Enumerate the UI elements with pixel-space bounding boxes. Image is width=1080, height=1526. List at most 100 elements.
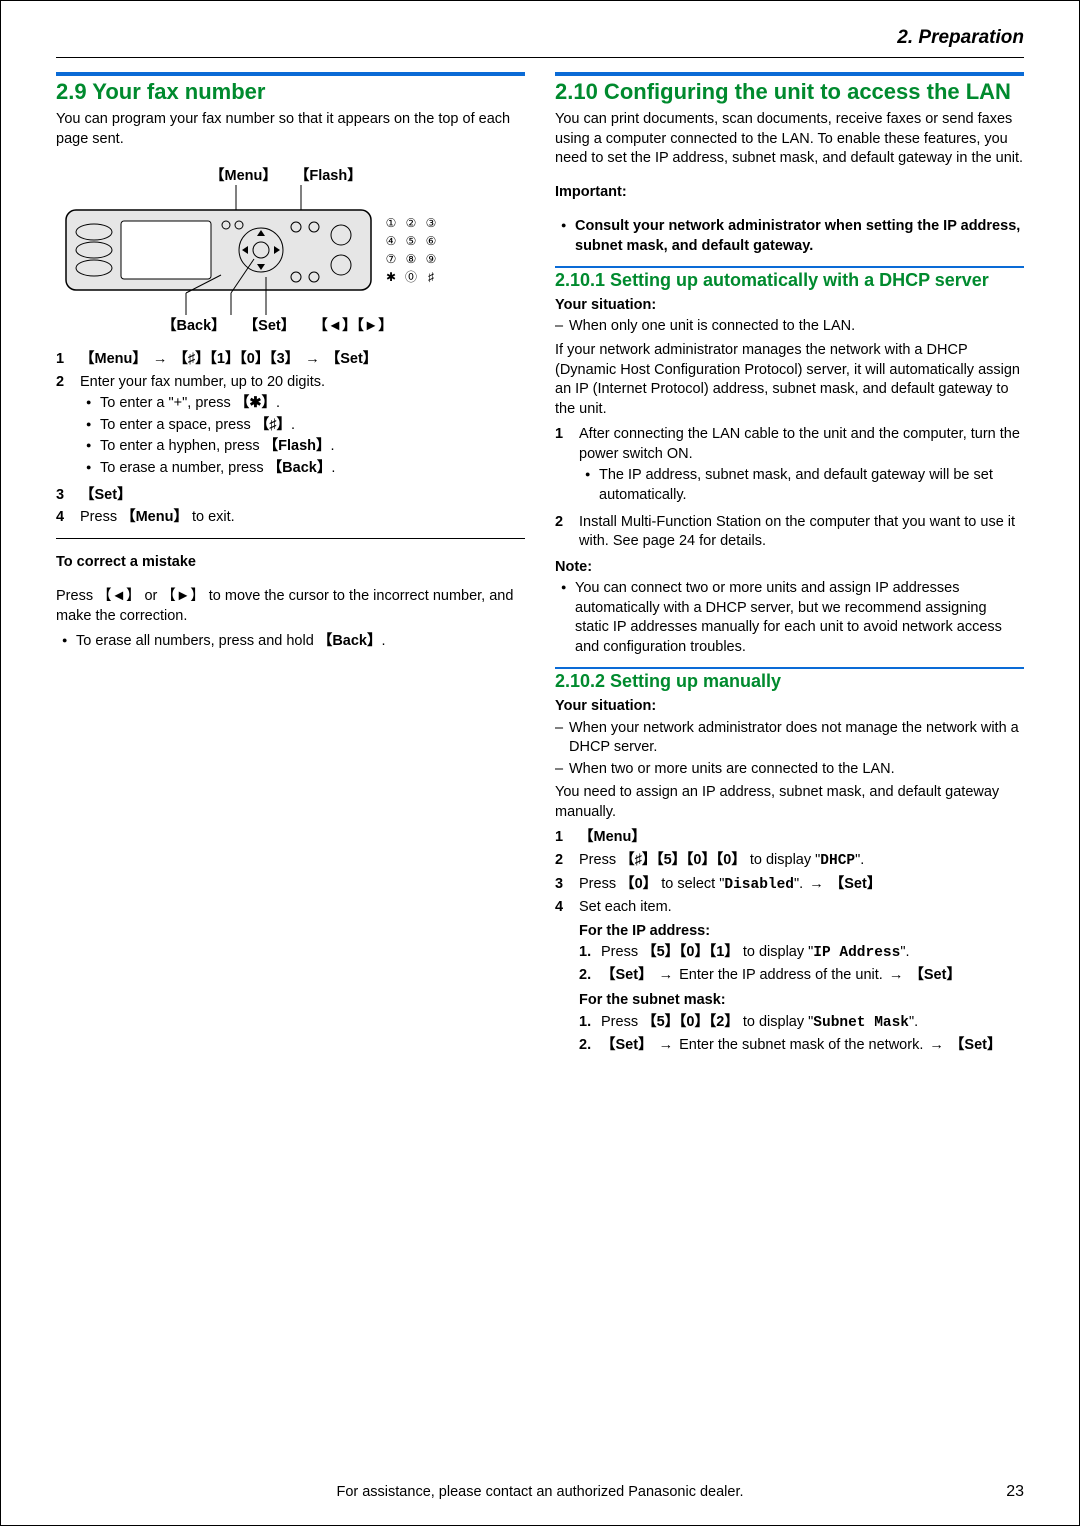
menu-button-ref: Menu (80, 351, 147, 367)
step-3: 3 Set (56, 486, 525, 506)
key-5: 5 (642, 1014, 679, 1030)
svg-text:③: ③ (426, 216, 437, 230)
subsection-heading: 2.10.2 Setting up manually (555, 671, 1024, 693)
svg-text:⑧: ⑧ (406, 252, 417, 266)
step-3: 3 Press 0 to select "Disabled". → Set (555, 875, 1024, 896)
section-heading: 2.10 Configuring the unit to access the … (555, 79, 1024, 104)
intro-text: You can print documents, scan documents,… (555, 110, 1024, 169)
page-number: 23 (1006, 1481, 1024, 1503)
hash-key: ♯ (620, 852, 656, 868)
section-rule (555, 72, 1024, 76)
step-2: 2 Enter your fax number, up to 20 digits… (56, 373, 525, 483)
device-diagram: Menu Flash (56, 167, 525, 336)
label-menu: Menu (210, 167, 277, 187)
label-arrows: 【◄】【►】 (313, 317, 392, 337)
body-text: You need to assign an IP address, subnet… (555, 783, 1024, 822)
bullet: To enter a space, press ♯. (100, 416, 525, 436)
hash-key: ♯ (255, 417, 291, 433)
set-button-ref: Set (601, 1037, 653, 1053)
svg-text:⓪: ⓪ (405, 270, 417, 284)
columns: 2.9 Your fax number You can program your… (56, 72, 1024, 1060)
set-button-ref: Set (601, 967, 653, 983)
display-text: Disabled (724, 877, 794, 893)
bullet: To enter a hyphen, press Flash. (100, 437, 525, 457)
key-0: 0 (679, 944, 709, 960)
situation-item: When your network administrator does not… (569, 719, 1024, 758)
substep-2: 2. Set → Enter the subnet mask of the ne… (579, 1036, 1024, 1056)
left-column: 2.9 Your fax number You can program your… (56, 72, 525, 1060)
bullet: To erase all numbers, press and hold Bac… (76, 632, 525, 652)
bullet: The IP address, subnet mask, and default… (599, 466, 1024, 505)
menu-button-ref: Menu (121, 509, 188, 525)
label-back: Back (162, 317, 226, 337)
display-text: IP Address (813, 945, 900, 961)
step-1: 1 Menu → ♯103 → Set (56, 350, 525, 370)
display-text: DHCP (820, 853, 855, 869)
page: 2. Preparation 2.9 Your fax number You c… (0, 0, 1080, 1526)
situation-label: Your situation: (555, 697, 1024, 717)
key-0: 0 (620, 876, 657, 892)
device-svg: ①②③ ④⑤⑥ ⑦⑧⑨ ✱⓪♯ (56, 185, 461, 315)
arrow-icon: → (657, 1037, 676, 1053)
arrow-icon: → (303, 351, 322, 367)
key-3: 3 (269, 351, 299, 367)
flash-button-ref: Flash (264, 438, 331, 454)
intro-text: You can program your fax number so that … (56, 110, 525, 149)
chapter-label: 2. Preparation (56, 25, 1024, 51)
svg-text:✱: ✱ (386, 270, 396, 284)
substep-1: 1. Press 502 to display "Subnet Mask". (579, 1013, 1024, 1034)
step-1: 1 After connecting the LAN cable to the … (555, 425, 1024, 509)
set-button-ref: Set (326, 351, 378, 367)
set-button-ref: Set (909, 967, 961, 983)
key-1: 1 (709, 944, 739, 960)
subsection-rule (555, 667, 1024, 669)
step-2: 2 Press ♯500 to display "DHCP". (555, 851, 1024, 872)
right-column: 2.10 Configuring the unit to access the … (555, 72, 1024, 1060)
star-key: ✱ (235, 395, 276, 411)
step-4: 4 Set each item. For the IP address: 1. … (555, 898, 1024, 1057)
svg-text:⑨: ⑨ (426, 252, 437, 266)
step-1: 1 Menu (555, 828, 1024, 848)
body-text: If your network administrator manages th… (555, 341, 1024, 419)
key-0: 0 (716, 852, 746, 868)
mistake-text: Press 【◄】 or 【►】 to move the cursor to t… (56, 587, 525, 626)
step-text: Enter your fax number, up to 20 digits. (80, 374, 325, 390)
note-label: Note: (555, 558, 1024, 578)
hash-key: ♯ (173, 351, 209, 367)
step-2: 2 Install Multi-Function Station on the … (555, 513, 1024, 552)
subnet-heading: For the subnet mask: (579, 991, 1024, 1011)
arrow-icon: → (927, 1037, 946, 1053)
svg-text:④: ④ (386, 234, 397, 248)
step-4: 4 Press Menu to exit. (56, 508, 525, 528)
important-label: Important: (555, 183, 1024, 203)
substep-1: 1. Press 501 to display "IP Address". (579, 943, 1024, 964)
situation-item: When two or more units are connected to … (569, 760, 1024, 780)
set-button-ref: Set (80, 487, 132, 503)
ip-heading: For the IP address: (579, 922, 1024, 942)
arrow-icon: → (657, 967, 676, 983)
section-rule (56, 72, 525, 76)
key-1: 1 (210, 351, 240, 367)
important-bullet: Consult your network administrator when … (575, 217, 1024, 256)
back-button-ref: Back (268, 460, 332, 476)
footer-text: For assistance, please contact an author… (56, 1483, 1024, 1503)
section-heading: 2.9 Your fax number (56, 79, 525, 104)
display-text: Subnet Mask (813, 1015, 909, 1031)
top-rule (56, 57, 1024, 58)
key-0: 0 (679, 1014, 709, 1030)
arrow-icon: → (151, 351, 170, 367)
menu-button-ref: Menu (579, 829, 646, 845)
step-text: Set each item. (579, 899, 672, 915)
note-bullet: You can connect two or more units and as… (575, 579, 1024, 657)
key-2: 2 (709, 1014, 739, 1030)
label-set: Set (244, 317, 296, 337)
set-button-ref: Set (950, 1037, 1002, 1053)
key-5: 5 (642, 944, 679, 960)
svg-text:①: ① (386, 216, 397, 230)
arrow-icon: → (887, 967, 906, 983)
svg-text:♯: ♯ (428, 270, 434, 284)
key-5: 5 (656, 852, 686, 868)
bullet: To enter a "+", press ✱. (100, 394, 525, 414)
step-text: Install Multi-Function Station on the co… (579, 513, 1024, 552)
label-flash: Flash (295, 167, 362, 187)
